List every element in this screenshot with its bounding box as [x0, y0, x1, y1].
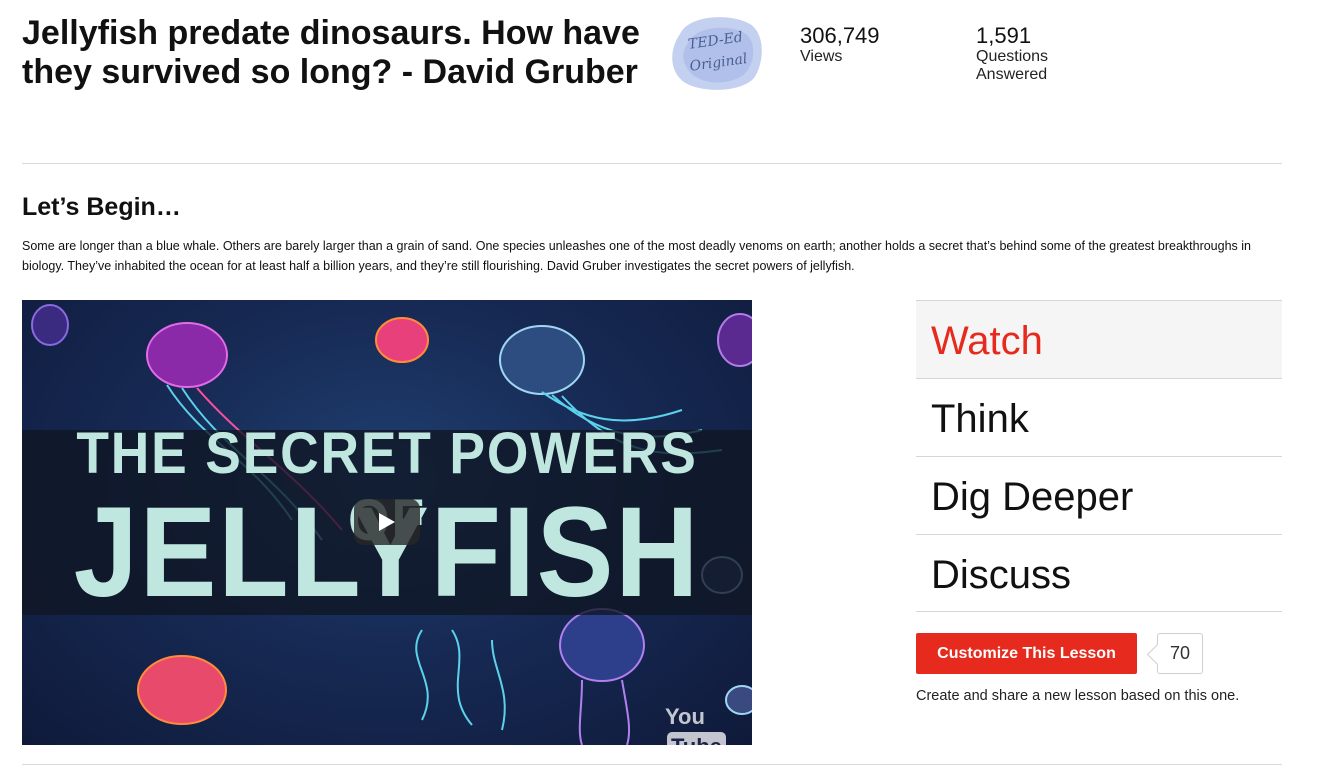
views-stat: 306,749 Views — [800, 24, 880, 66]
play-button[interactable] — [354, 499, 420, 545]
video-player[interactable]: THE SECRET POWERS OF JELLYFISH YouTube — [22, 300, 752, 745]
tab-think[interactable]: Think — [916, 378, 1282, 456]
youtube-logo[interactable]: You Tube — [665, 702, 752, 745]
customize-caption: Create and share a new lesson based on t… — [916, 688, 1240, 704]
views-count: 306,749 — [800, 23, 880, 48]
tab-watch[interactable]: Watch — [916, 300, 1282, 378]
youtube-logo-tube: Tube — [667, 732, 726, 745]
customize-count-badge: 70 — [1157, 633, 1203, 674]
ted-ed-original-badge: TED-Ed Original — [668, 14, 766, 92]
tab-dig-deeper[interactable]: Dig Deeper — [916, 456, 1282, 534]
questions-answered-label: Questions Answered — [976, 48, 1049, 83]
questions-answered-count: 1,591 — [976, 23, 1032, 48]
youtube-logo-you: You — [665, 704, 705, 729]
lesson-tabs: Watch Think Dig Deeper Discuss — [916, 300, 1282, 612]
play-icon — [379, 513, 395, 531]
tab-discuss[interactable]: Discuss — [916, 534, 1282, 612]
footer-divider — [22, 764, 1282, 765]
customize-count: 70 — [1169, 643, 1191, 663]
lesson-description: Some are longer than a blue whale. Other… — [22, 239, 1251, 273]
header-divider — [22, 163, 1282, 164]
customize-lesson-button[interactable]: Customize This Lesson — [916, 633, 1137, 674]
section-heading: Let’s Begin… — [22, 193, 181, 221]
views-label: Views — [800, 48, 843, 65]
lesson-title: Jellyfish predate dinosaurs. How have th… — [22, 14, 640, 91]
questions-answered-stat: 1,591 Questions Answered — [976, 24, 1066, 84]
